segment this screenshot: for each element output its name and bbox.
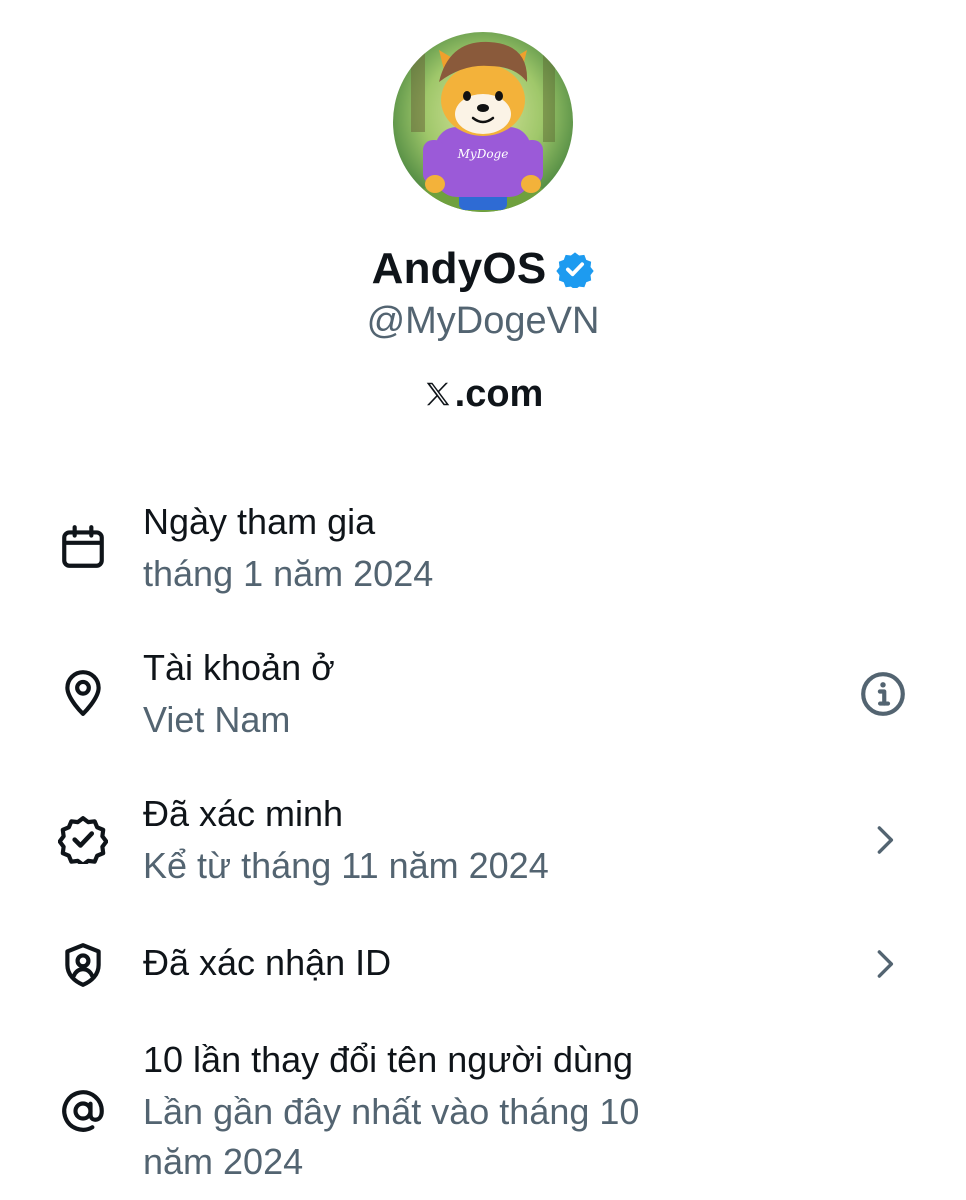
detail-subtitle-line-2: năm 2024 bbox=[143, 1141, 304, 1182]
svg-text:MyDoge: MyDoge bbox=[457, 147, 509, 161]
shield-person-icon bbox=[65, 943, 101, 987]
username-handle: @MyDogeVN bbox=[366, 300, 600, 342]
chevron-right-icon[interactable] bbox=[868, 820, 902, 860]
detail-row-account-location: Tài khoản ở Viet Nam bbox=[0, 643, 966, 753]
name-row: AndyOS bbox=[372, 242, 595, 296]
info-icon[interactable] bbox=[858, 669, 908, 719]
detail-row-verified[interactable]: Đã xác minh Kể từ tháng 11 năm 2024 bbox=[0, 789, 966, 899]
detail-row-username-changes: 10 lần thay đổi tên người dùng Lần gần đ… bbox=[0, 1035, 966, 1195]
x-logo-icon bbox=[426, 382, 449, 406]
detail-subtitle: Kể từ tháng 11 năm 2024 bbox=[143, 845, 549, 886]
verified-outline-icon bbox=[58, 816, 108, 864]
profile-header: MyDoge AndyOS @MyDogeVN .com bbox=[0, 0, 966, 418]
detail-subtitle: Viet Nam bbox=[143, 699, 291, 740]
platform-domain: .com bbox=[423, 370, 544, 418]
detail-title: Tài khoản ở bbox=[143, 647, 335, 688]
detail-row-id-verified[interactable]: Đã xác nhận ID bbox=[0, 938, 966, 994]
detail-subtitle: tháng 1 năm 2024 bbox=[143, 553, 434, 594]
display-name: AndyOS bbox=[371, 244, 547, 293]
detail-title: Đã xác nhận ID bbox=[143, 942, 392, 983]
calendar-icon bbox=[62, 525, 104, 568]
detail-title: Ngày tham gia bbox=[143, 501, 376, 542]
avatar[interactable]: MyDoge bbox=[393, 32, 573, 212]
detail-title: 10 lần thay đổi tên người dùng bbox=[143, 1039, 634, 1080]
detail-subtitle-line-1: Lần gần đây nhất vào tháng 10 bbox=[143, 1091, 640, 1132]
detail-title: Đã xác minh bbox=[143, 793, 344, 834]
at-sign-icon bbox=[62, 1090, 104, 1132]
verified-badge-icon[interactable] bbox=[556, 250, 595, 288]
domain-text: .com bbox=[454, 372, 544, 415]
location-pin-icon bbox=[65, 670, 101, 716]
detail-row-joined: Ngày tham gia tháng 1 năm 2024 bbox=[0, 497, 966, 607]
chevron-right-icon[interactable] bbox=[868, 944, 902, 984]
